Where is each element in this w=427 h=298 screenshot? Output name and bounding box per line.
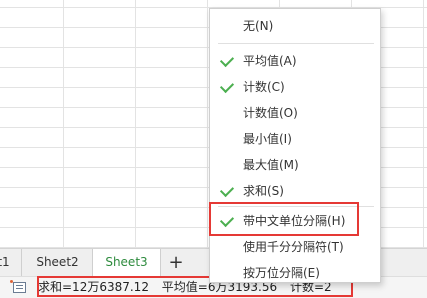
menu-item-count-values[interactable]: 计数值(O) xyxy=(210,100,380,126)
menu-divider xyxy=(218,206,374,207)
menu-item-none[interactable]: 无(N) xyxy=(210,13,380,39)
menu-item-max[interactable]: 最大值(M) xyxy=(210,152,380,178)
status-sum: 求和=12万6387.12 xyxy=(38,280,149,294)
tab-sheet2[interactable]: Sheet2 xyxy=(23,249,93,276)
tab-sheet1[interactable]: t1 xyxy=(0,249,22,276)
menu-item-label: 按万位分隔(E) xyxy=(243,266,320,280)
menu-item-count[interactable]: 计数(C) xyxy=(210,74,380,100)
menu-item-label: 最小值(I) xyxy=(243,132,292,146)
checkmark-icon xyxy=(219,52,235,68)
menu-item-label: 无(N) xyxy=(243,19,274,33)
status-aggregate-menu: 无(N) 平均值(A) 计数(C) 计数值(O) 最小值(I) 最大值(M) 求… xyxy=(209,8,381,283)
menu-item-label: 最大值(M) xyxy=(243,158,299,172)
checkmark-icon xyxy=(219,78,235,94)
sheet-status-icon[interactable] xyxy=(10,280,26,293)
menu-item-ten-thousand-separator[interactable]: 按万位分隔(E) xyxy=(210,260,380,286)
menu-item-label: 计数值(O) xyxy=(243,106,298,120)
checkmark-icon xyxy=(219,212,235,228)
menu-item-chinese-unit-separator[interactable]: 带中文单位分隔(H) xyxy=(210,208,380,234)
checkmark-icon xyxy=(219,182,235,198)
menu-item-label: 使用千分分隔符(T) xyxy=(243,240,344,254)
add-sheet-button[interactable]: + xyxy=(166,253,186,273)
menu-item-sum[interactable]: 求和(S) xyxy=(210,178,380,204)
menu-item-thousands-separator[interactable]: 使用千分分隔符(T) xyxy=(210,234,380,260)
tab-sheet3[interactable]: Sheet3 xyxy=(93,249,161,276)
menu-item-label: 平均值(A) xyxy=(243,54,297,68)
menu-item-label: 求和(S) xyxy=(243,184,284,198)
menu-item-min[interactable]: 最小值(I) xyxy=(210,126,380,152)
menu-item-average[interactable]: 平均值(A) xyxy=(210,48,380,74)
menu-divider xyxy=(218,43,374,44)
menu-item-label: 计数(C) xyxy=(243,80,285,94)
menu-item-label: 带中文单位分隔(H) xyxy=(243,214,346,228)
